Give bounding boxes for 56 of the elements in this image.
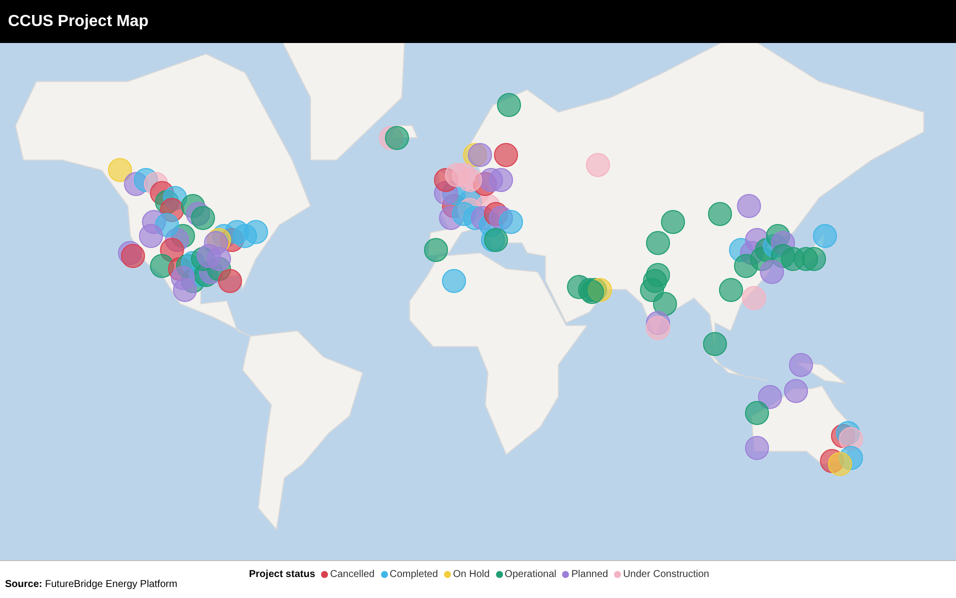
map-marker[interactable] — [646, 316, 670, 340]
map-marker[interactable] — [244, 220, 268, 244]
map-marker[interactable] — [458, 168, 482, 192]
map-marker[interactable] — [173, 278, 198, 302]
map-marker[interactable] — [653, 292, 678, 316]
map-marker[interactable] — [154, 213, 179, 238]
map-marker[interactable] — [708, 202, 732, 226]
map-marker[interactable] — [734, 254, 758, 278]
source-note: Source: FutureBridge Energy Platform — [5, 578, 178, 592]
legend-label: On Hold — [452, 568, 490, 582]
map-marker[interactable] — [442, 268, 466, 293]
map-marker[interactable] — [191, 206, 216, 230]
map-marker[interactable] — [744, 436, 769, 460]
map-marker[interactable] — [661, 210, 686, 234]
map-marker[interactable] — [424, 238, 448, 262]
map-marker[interactable] — [784, 379, 808, 404]
map-marker[interactable] — [384, 126, 409, 150]
legend-title: Project status — [249, 568, 316, 582]
map-marker[interactable] — [744, 228, 769, 252]
map-marker[interactable] — [744, 401, 769, 426]
map-marker[interactable] — [144, 172, 168, 196]
map-marker[interactable] — [499, 210, 524, 234]
legend-label: Under Construction — [623, 568, 710, 582]
map-marker[interactable] — [718, 278, 743, 302]
map-marker[interactable] — [181, 194, 205, 218]
legend-label: Operational — [504, 568, 556, 582]
map-marker[interactable] — [139, 224, 164, 248]
map-title: CCUS Project Map — [8, 12, 148, 32]
legend-label: Completed — [390, 568, 438, 582]
map-marker[interactable] — [640, 278, 664, 302]
legend-label: Cancelled — [330, 568, 375, 582]
map-marker[interactable] — [207, 247, 232, 272]
legend-label: Planned — [571, 568, 608, 582]
map-marker[interactable] — [760, 260, 784, 284]
map-marker[interactable] — [758, 384, 782, 409]
map-marker[interactable] — [488, 168, 513, 192]
map-marker[interactable] — [812, 224, 837, 248]
map-marker[interactable] — [160, 238, 184, 262]
map-marker[interactable] — [218, 268, 242, 293]
map-marker[interactable] — [150, 254, 174, 278]
map-marker[interactable] — [703, 332, 727, 356]
map-marker[interactable] — [742, 286, 766, 310]
map-marker[interactable] — [120, 244, 145, 268]
map-marker[interactable] — [496, 93, 521, 117]
map-marker[interactable] — [160, 198, 184, 222]
map-marker[interactable] — [802, 247, 826, 272]
map-marker[interactable] — [484, 202, 508, 226]
map-marker[interactable] — [736, 194, 761, 218]
map-marker[interactable] — [165, 228, 190, 252]
map-marker[interactable] — [494, 142, 518, 167]
map-marker[interactable] — [468, 142, 492, 167]
map-marker[interactable] — [444, 163, 469, 188]
map-marker[interactable] — [646, 230, 670, 255]
map-marker[interactable] — [789, 352, 814, 377]
map-marker[interactable] — [586, 153, 610, 178]
map-marker[interactable] — [838, 446, 863, 470]
